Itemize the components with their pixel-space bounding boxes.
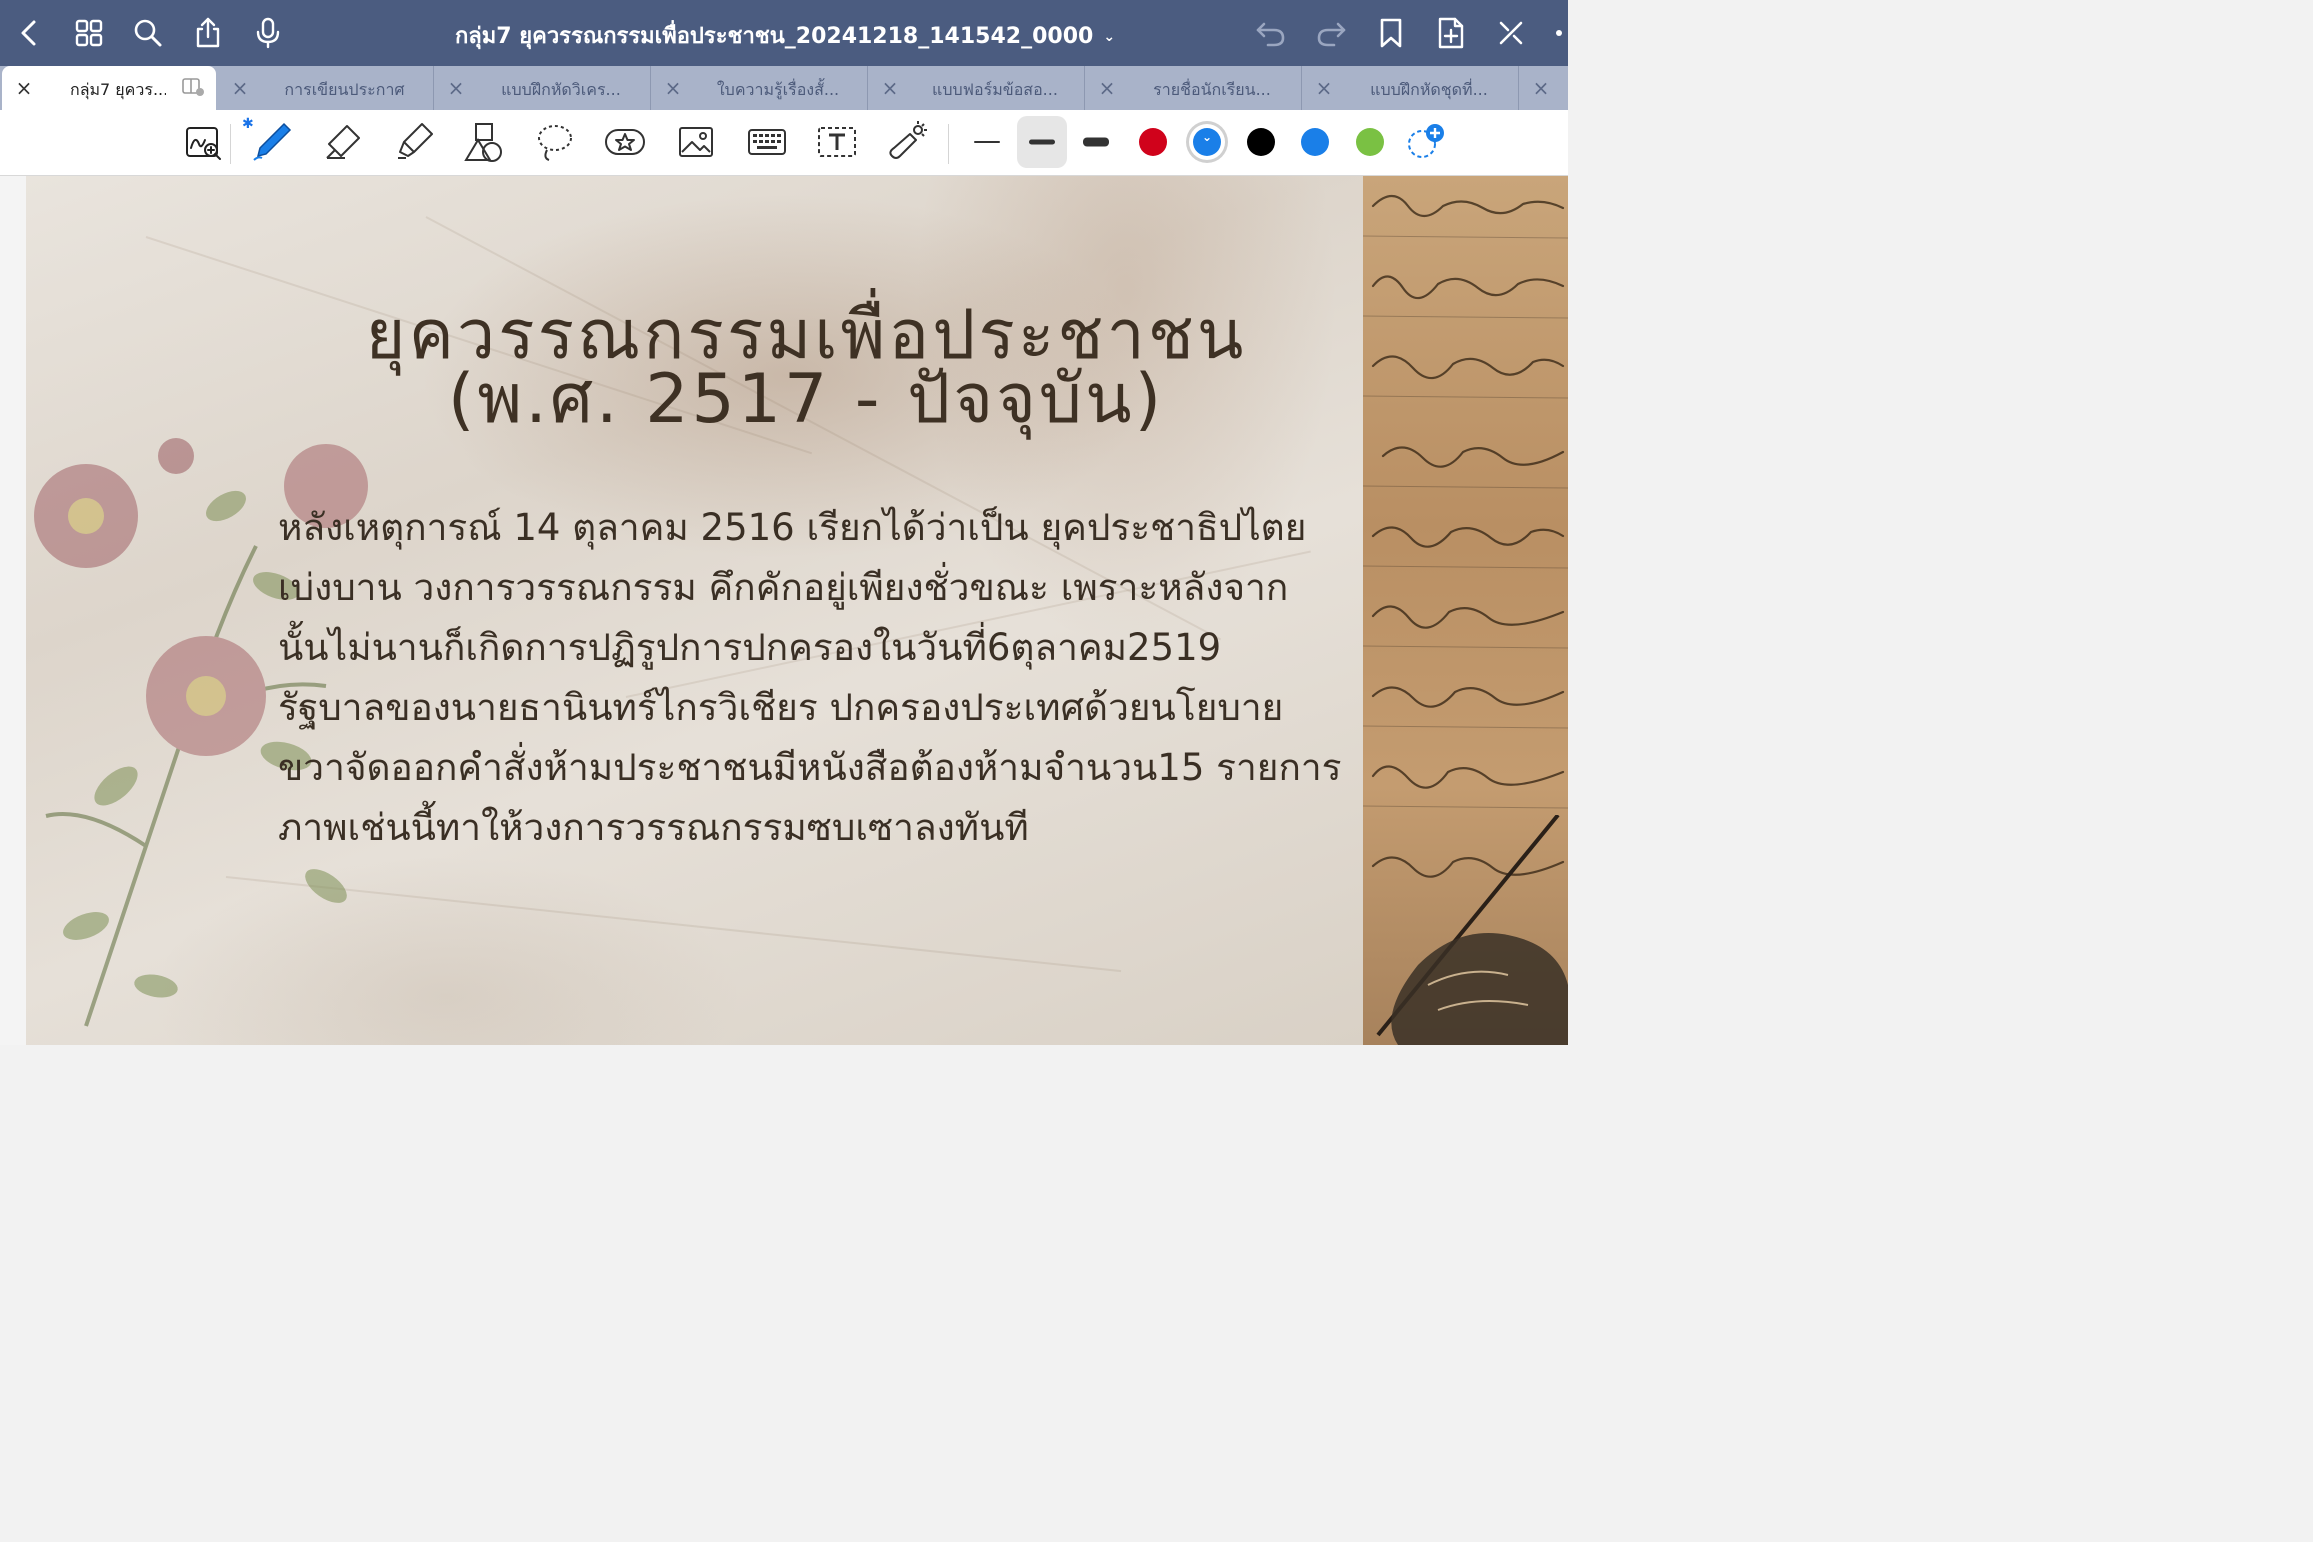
tab-label: ใบความรู้เรื่องสั้... (716, 80, 840, 99)
more-dot-icon[interactable] (1556, 30, 1562, 36)
close-icon[interactable]: × (880, 76, 900, 100)
close-icon[interactable]: × (1531, 76, 1551, 100)
body-line: ขวาจัดออกคำสั่งห้ามประชาชนมีหนังสือต้องห… (278, 746, 1342, 789)
tab-7[interactable]: × แบบฝึกหัดชุดที่... (1302, 66, 1519, 110)
color-swatch-blue[interactable] (1301, 128, 1329, 156)
bookmark-icon[interactable] (1374, 16, 1408, 50)
undo-icon[interactable] (1254, 16, 1288, 50)
tab-3[interactable]: × แบบฝึกหัดวิเคร... (434, 66, 651, 110)
laser-pointer-icon[interactable] (886, 120, 930, 164)
hand-with-quill-illustration (1376, 815, 1568, 1045)
pen-size-thin[interactable] (962, 116, 1012, 168)
pen-size-thick[interactable] (1071, 116, 1121, 168)
eraser-icon[interactable] (321, 120, 365, 164)
text-box-icon[interactable] (815, 120, 859, 164)
heading-line-1: ยุควรรณกรรมเพื่อประชาชน (365, 296, 1247, 375)
drawing-toolbar: ✱ ⌄ (0, 110, 1568, 176)
title-bar: กลุ่ม7 ยุควรรณกรรมเพื่อประชาชน_20241218_… (0, 0, 1568, 66)
tab-6[interactable]: × รายชื่อนักเรียน... (1085, 66, 1302, 110)
shapes-icon[interactable] (462, 120, 506, 164)
pen-size-medium[interactable] (1017, 116, 1067, 168)
split-view-icon[interactable] (182, 78, 204, 96)
tab-label: แบบฝึกหัดวิเคร... (501, 80, 621, 99)
body-line: รัฐบาลของนายธานินทร์ไกรวิเชียร ปกครองประ… (278, 686, 1284, 729)
image-icon[interactable] (674, 120, 718, 164)
toolbar-divider (948, 124, 949, 164)
toolbar-divider (230, 124, 231, 164)
color-swatch-black[interactable] (1247, 128, 1275, 156)
close-icon[interactable]: × (446, 76, 466, 100)
grid-icon[interactable] (72, 16, 106, 50)
color-swatch-red[interactable] (1139, 128, 1167, 156)
body-line: นั้นไม่นานก็เกิดการปฏิรูปการปกครองในวันท… (278, 626, 1222, 669)
tab-label: รายชื่อนักเรียน... (1153, 80, 1271, 99)
search-icon[interactable] (131, 16, 165, 50)
body-paragraph: หลังเหตุการณ์ 14 ตุลาคม 2516 เรียกได้ว่า… (278, 498, 1342, 858)
notebook-page[interactable]: ยุควรรณกรรมเพื่อประชาชน (พ.ศ. 2517 - ปัจ… (26, 176, 1363, 1045)
highlighter-icon[interactable] (392, 120, 436, 164)
body-line: หลังเหตุการณ์ 14 ตุลาคม 2516 เรียกได้ว่า… (278, 506, 1307, 549)
keyboard-icon[interactable] (745, 120, 789, 164)
tab-1[interactable]: × กลุ่ม7 ยุควร... (2, 66, 216, 110)
back-icon[interactable] (12, 16, 46, 50)
tab-label: กลุ่ม7 ยุควร... (70, 80, 166, 99)
color-swatch-blue-selected[interactable]: ⌄ (1193, 128, 1221, 156)
stickers-icon[interactable] (603, 120, 647, 164)
close-icon[interactable]: × (663, 76, 683, 100)
lasso-icon[interactable] (533, 120, 577, 164)
pen-icon[interactable] (250, 120, 294, 164)
color-swatch-green[interactable] (1356, 128, 1384, 156)
handwriting-search-icon[interactable] (181, 120, 225, 164)
tab-4[interactable]: × ใบความรู้เรื่องสั้... (651, 66, 868, 110)
close-icon[interactable]: × (1097, 76, 1117, 100)
heading-line-2: (พ.ศ. 2517 - ปัจจุบัน) (447, 360, 1165, 439)
document-title-text: กลุ่ม7 ยุควรรณกรรมเพื่อประชาชน_20241218_… (454, 24, 1094, 49)
chevron-down-icon: ⌄ (1103, 29, 1116, 45)
body-line: เบ่งบาน วงการวรรณกรรม คึกคักอยู่เพียงชั่… (278, 566, 1289, 609)
add-page-icon[interactable] (1434, 16, 1468, 50)
tab-label: แบบฟอร์มข้อสอ... (932, 80, 1058, 99)
close-icon[interactable]: × (1314, 76, 1334, 100)
page-heading: ยุควรรณกรรมเพื่อประชาชน (พ.ศ. 2517 - ปัจ… (326, 296, 1286, 439)
tab-bar: × กลุ่ม7 ยุควร... × การเขียนประกาศ × แบบ… (0, 66, 1568, 110)
redo-icon[interactable] (1314, 16, 1348, 50)
tab-label: แบบฝึกหัดชุดที่... (1370, 80, 1488, 99)
close-icon[interactable]: × (230, 76, 250, 100)
canvas-area[interactable]: ยุควรรณกรรมเพื่อประชาชน (พ.ศ. 2517 - ปัจ… (0, 176, 1568, 1045)
close-toolbar-icon[interactable] (1494, 16, 1528, 50)
tab-5[interactable]: × แบบฟอร์มข้อสอ... (868, 66, 1085, 110)
handwritten-letter-image (1363, 176, 1568, 1045)
body-line: ภาพเช่นนี้ทาให้วงการวรรณกรรมซบเซาลงทันที (278, 806, 1029, 849)
close-icon[interactable]: × (14, 76, 34, 100)
tab-8-partial[interactable]: × (1519, 66, 1568, 110)
tab-2[interactable]: × การเขียนประกาศ (218, 66, 434, 110)
tab-label: การเขียนประกาศ (284, 80, 405, 99)
microphone-icon[interactable] (251, 16, 285, 50)
share-icon[interactable] (191, 16, 225, 50)
add-color-icon[interactable] (1402, 122, 1446, 166)
document-title[interactable]: กลุ่ม7 ยุควรรณกรรมเพื่อประชาชน_20241218_… (320, 18, 1250, 53)
